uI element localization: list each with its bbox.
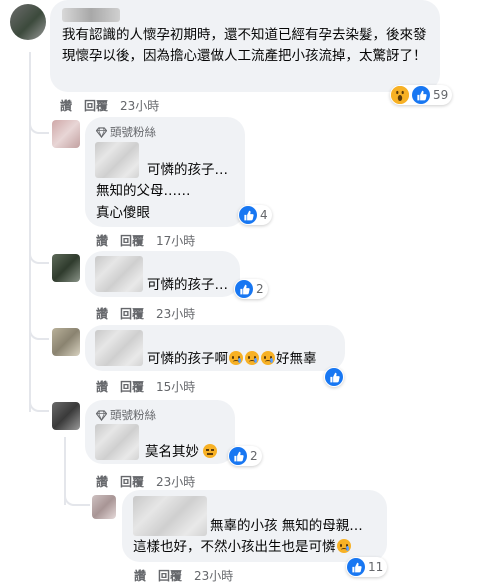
reply-button[interactable]: 回覆 (84, 97, 108, 114)
comment-text: 可憐的孩子… (147, 162, 228, 178)
thread-connector (29, 248, 49, 264)
comment-text-body: 莫名其妙 (145, 444, 199, 460)
sad-cry-emoji-icon (245, 351, 259, 365)
reply-button[interactable]: 回覆 (120, 378, 144, 395)
author-name[interactable] (133, 496, 207, 536)
reaction-count: 2 (250, 449, 258, 463)
comment-text-end: 好無辜 (276, 351, 317, 367)
thread-line (29, 52, 31, 412)
avatar[interactable] (10, 4, 46, 40)
comment-text: 無知的父母…… (96, 183, 191, 199)
reaction-summary[interactable] (324, 367, 344, 387)
diamond-badge-icon (96, 409, 107, 421)
like-button[interactable]: 讚 (96, 305, 108, 322)
reply-button[interactable]: 回覆 (158, 567, 182, 584)
sad-cry-emoji-icon (336, 539, 351, 553)
like-button[interactable]: 讚 (96, 378, 108, 395)
reply-button[interactable]: 回覆 (120, 473, 144, 490)
like-reaction-icon (412, 86, 430, 104)
avatar[interactable] (92, 495, 116, 519)
comment-text: 我有認識的人懷孕初期時，還不知道已經有孕去染髮，後來發現懷孕以後，因為擔心還做人… (62, 27, 427, 64)
comment-text-start: 可憐的孩子啊 (147, 351, 228, 367)
badge-label: 頭號粉絲 (110, 125, 156, 139)
comment-text: 可憐的孩子啊 好無辜 (147, 349, 317, 370)
sad-cry-emoji-icon (229, 351, 243, 365)
reaction-summary[interactable]: 59 (390, 85, 453, 105)
thread-connector (29, 396, 49, 412)
comment-actions: 讚 回覆 15小時 (96, 378, 195, 395)
author-name[interactable] (95, 424, 139, 460)
timestamp[interactable]: 23小時 (120, 97, 159, 114)
reply-button[interactable]: 回覆 (120, 305, 144, 322)
unamused-emoji-icon (203, 444, 218, 458)
avatar[interactable] (52, 254, 80, 282)
comment-text: 無辜的小孩 無知的母親… (210, 518, 363, 534)
like-button[interactable]: 讚 (60, 97, 72, 114)
reaction-summary[interactable]: 11 (346, 557, 388, 577)
like-reaction-icon (235, 280, 253, 298)
timestamp[interactable]: 23小時 (156, 305, 195, 322)
avatar[interactable] (52, 402, 80, 430)
like-button[interactable]: 讚 (96, 232, 108, 249)
comment-actions: 讚 回覆 23小時 (96, 473, 195, 490)
reaction-summary[interactable]: 4 (238, 205, 272, 225)
thread-connector (64, 490, 90, 506)
thread-connector (29, 118, 49, 134)
timestamp[interactable]: 23小時 (194, 567, 233, 584)
reaction-summary[interactable]: 2 (228, 446, 262, 466)
comment-text-body: 這樣也好，不然小孩出生也是可憐 (133, 539, 336, 555)
comment-text: 莫名其妙 (145, 442, 218, 463)
wow-reaction-icon (391, 86, 409, 104)
author-name[interactable] (95, 256, 143, 292)
reaction-count: 2 (256, 282, 264, 296)
timestamp[interactable]: 15小時 (156, 378, 195, 395)
reaction-count: 11 (368, 560, 384, 574)
reaction-count: 59 (433, 88, 449, 102)
comment-actions: 讚 回覆 23小時 (60, 97, 159, 114)
avatar[interactable] (52, 328, 80, 356)
like-button[interactable]: 讚 (96, 473, 108, 490)
thread-connector (29, 324, 49, 340)
diamond-badge-icon (96, 126, 107, 138)
top-fan-badge[interactable]: 頭號粉絲 (96, 124, 156, 140)
top-fan-badge[interactable]: 頭號粉絲 (96, 407, 156, 423)
sad-cry-emoji-icon (261, 351, 275, 365)
like-button[interactable]: 讚 (134, 567, 146, 584)
like-reaction-icon (229, 447, 247, 465)
like-reaction-icon (325, 368, 343, 386)
timestamp[interactable]: 23小時 (156, 473, 195, 490)
timestamp[interactable]: 17小時 (156, 232, 195, 249)
reaction-count: 4 (260, 208, 268, 222)
comment-actions: 讚 回覆 23小時 (134, 567, 233, 584)
avatar[interactable] (52, 120, 80, 148)
author-name[interactable] (95, 330, 143, 366)
reply-button[interactable]: 回覆 (120, 232, 144, 249)
reaction-summary[interactable]: 2 (234, 279, 268, 299)
author-name[interactable] (62, 8, 120, 22)
like-reaction-icon (239, 206, 257, 224)
comment-text: 可憐的孩子… (147, 277, 228, 293)
comment-actions: 讚 回覆 17小時 (96, 232, 195, 249)
badge-label: 頭號粉絲 (110, 408, 156, 422)
like-reaction-icon (347, 558, 365, 576)
comment-text: 這樣也好，不然小孩出生也是可憐 (133, 537, 352, 558)
comment-actions: 讚 回覆 23小時 (96, 305, 195, 322)
comment-text: 真心傻眼 (96, 205, 150, 221)
author-name[interactable] (95, 142, 139, 178)
